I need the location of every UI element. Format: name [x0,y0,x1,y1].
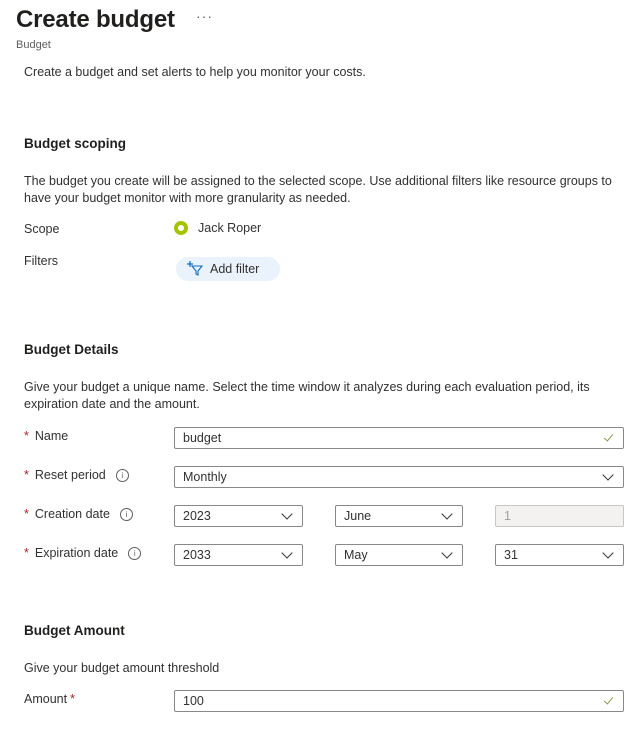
scoping-heading: Budget scoping [24,136,126,151]
chevron-down-icon [602,469,614,481]
name-input[interactable]: budget [174,427,624,449]
chevron-down-icon [281,508,293,520]
creation-date-label: * Creation date i [24,507,133,521]
amount-heading: Budget Amount [24,623,125,638]
creation-month-select[interactable]: June [335,505,463,527]
add-filter-button[interactable]: Add filter [176,257,280,281]
creation-day-field: 1 [495,505,624,527]
subscription-icon [174,221,188,235]
scope-value[interactable]: Jack Roper [174,221,261,235]
name-label: * Name [24,429,69,443]
info-icon[interactable]: i [128,546,142,560]
add-filter-icon [186,260,204,279]
add-filter-label: Add filter [210,262,260,276]
scoping-description: The budget you create will be assigned t… [24,174,612,205]
details-description: Give your budget a unique name. Select t… [24,380,590,411]
expiration-date-label: * Expiration date i [24,546,142,560]
expiration-year-select[interactable]: 2033 [174,544,303,566]
valid-check-icon [603,431,614,442]
details-heading: Budget Details [24,342,119,357]
page-intro: Create a budget and set alerts to help y… [24,65,366,79]
filters-label: Filters [24,254,59,268]
valid-check-icon [603,694,614,705]
reset-period-label: * Reset period i [24,468,129,482]
chevron-down-icon [602,547,614,559]
amount-description: Give your budget amount threshold [24,661,220,675]
chevron-down-icon [281,547,293,559]
amount-label: Amount * [24,692,75,706]
creation-year-select[interactable]: 2023 [174,505,303,527]
page-subtitle: Budget [16,39,51,51]
required-mark: * [24,429,29,443]
scope-name: Jack Roper [198,221,262,235]
reset-period-select[interactable]: Monthly [174,466,624,488]
info-icon[interactable]: i [115,468,129,482]
expiration-day-select[interactable]: 31 [495,544,624,566]
chevron-down-icon [441,547,453,559]
info-icon[interactable]: i [119,507,133,521]
expiration-month-select[interactable]: May [335,544,463,566]
page-title: Create budget [16,6,175,33]
scope-label: Scope [24,222,60,236]
amount-input[interactable]: 100 [174,690,624,712]
chevron-down-icon [441,508,453,520]
more-options-button[interactable]: ··· [196,8,213,24]
